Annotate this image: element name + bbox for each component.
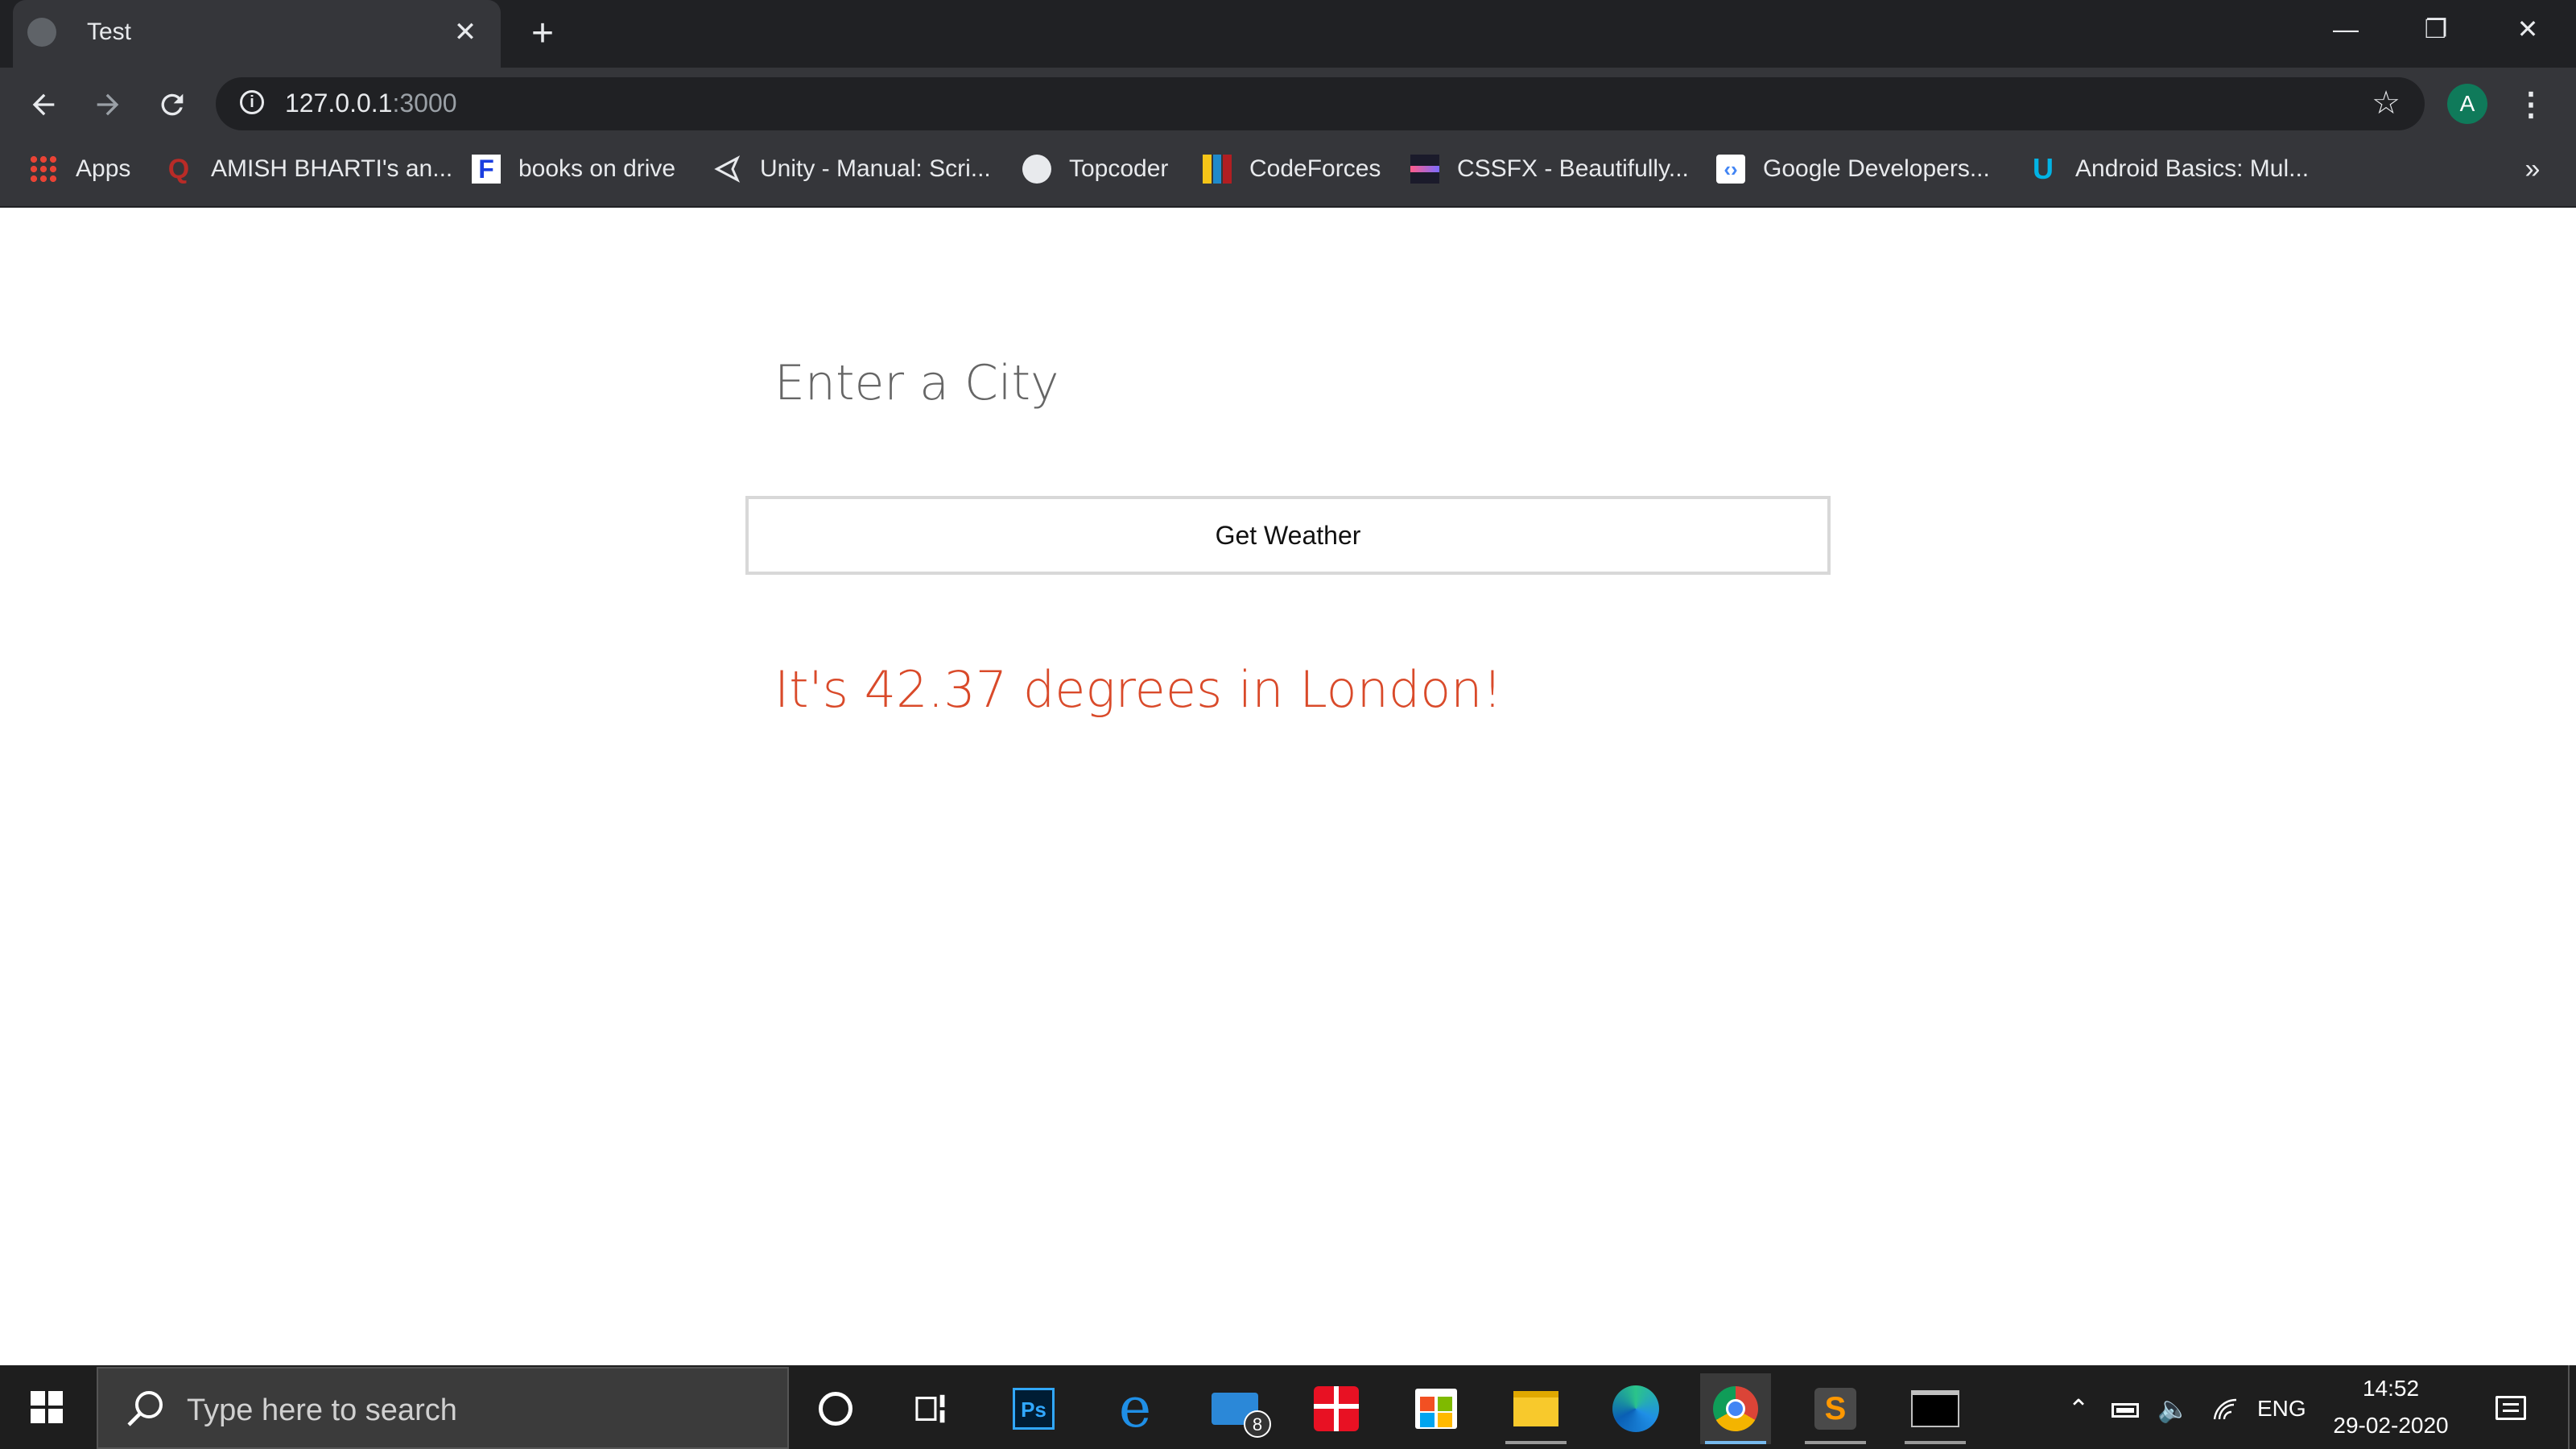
task-view-button[interactable] <box>898 1373 969 1444</box>
store-icon <box>1415 1389 1457 1429</box>
udacity-icon: U <box>2033 152 2054 185</box>
new-tab-button[interactable]: + <box>520 13 565 55</box>
bookmark-google-developers[interactable]: ‹› Google Developers... <box>1716 150 1990 188</box>
clock-time: 14:52 <box>2362 1376 2420 1401</box>
bookmark-label: Topcoder <box>1069 155 1169 182</box>
profile-avatar[interactable]: A <box>2447 84 2487 124</box>
url-port: :3000 <box>392 89 457 118</box>
chrome-icon <box>1713 1386 1758 1431</box>
taskbar-edge-dev[interactable] <box>1600 1373 1671 1444</box>
photoshop-icon: Ps <box>1013 1388 1055 1430</box>
taskbar-store[interactable] <box>1401 1373 1472 1444</box>
taskbar-chrome[interactable] <box>1700 1373 1771 1444</box>
back-button[interactable] <box>19 80 68 129</box>
minimize-button[interactable]: — <box>2317 8 2375 50</box>
bookmark-topcoder[interactable]: Topcoder <box>1022 150 1168 188</box>
battery-icon[interactable] <box>2107 1389 2143 1428</box>
close-window-button[interactable]: ✕ <box>2499 8 2557 50</box>
edge-dev-icon <box>1612 1385 1659 1432</box>
globe-icon <box>1022 155 1051 184</box>
close-tab-icon[interactable]: ✕ <box>446 13 485 52</box>
cssfx-icon <box>1410 155 1439 184</box>
volume-icon[interactable]: 🔈 <box>2154 1389 2193 1428</box>
taskbar-file-explorer[interactable] <box>1501 1373 1571 1444</box>
f-icon: F <box>472 155 501 184</box>
chrome-menu-icon[interactable]: ⋮ <box>2512 84 2550 126</box>
bookmark-label: Unity - Manual: Scri... <box>760 155 991 182</box>
city-input[interactable] <box>758 341 1805 425</box>
url-host: 127.0.0.1 <box>285 89 393 118</box>
cortana-button[interactable] <box>800 1373 871 1444</box>
bookmark-books-on-drive[interactable]: F books on drive <box>472 150 675 188</box>
show-hidden-icons-chevron-icon[interactable]: ⌃ <box>2061 1389 2096 1428</box>
mail-icon: 8 <box>1212 1393 1271 1438</box>
folder-icon <box>1513 1391 1558 1426</box>
bookmark-codeforces[interactable]: CodeForces <box>1203 150 1381 188</box>
restore-button[interactable]: ❐ <box>2407 8 2465 50</box>
taskbar-gift-app[interactable] <box>1301 1373 1372 1444</box>
apps-grid-icon <box>29 155 58 184</box>
clock[interactable]: 14:52 29-02-2020 <box>2302 1370 2479 1444</box>
edge-legacy-icon: e <box>1118 1377 1152 1440</box>
language-indicator[interactable]: ENG <box>2257 1393 2306 1425</box>
reload-icon <box>161 93 184 116</box>
mail-badge: 8 <box>1244 1410 1271 1438</box>
taskbar-edge[interactable]: e <box>1100 1373 1170 1444</box>
bookmark-cssfx[interactable]: CSSFX - Beautifully... <box>1410 150 1689 188</box>
google-developers-icon: ‹› <box>1716 155 1745 184</box>
wifi-icon[interactable] <box>2209 1389 2244 1432</box>
bookmark-android-basics[interactable]: U Android Basics: Mul... <box>2029 150 2309 188</box>
sublime-text-icon: S <box>1814 1388 1856 1430</box>
windows-logo-icon <box>31 1391 63 1423</box>
weather-result: It's 42.37 degrees in London! <box>774 660 1503 719</box>
gift-icon <box>1314 1386 1359 1431</box>
bookmark-label: Apps <box>76 155 131 182</box>
taskbar-mail[interactable]: 8 <box>1199 1373 1271 1444</box>
taskbar-terminal[interactable] <box>1900 1373 1971 1444</box>
taskbar-sublime[interactable]: S <box>1800 1373 1871 1444</box>
back-arrow-icon <box>32 93 55 116</box>
forward-button[interactable] <box>84 80 132 129</box>
bookmark-label: Android Basics: Mul... <box>2075 155 2310 182</box>
taskbar-photoshop[interactable]: Ps <box>998 1373 1069 1444</box>
forward-arrow-icon <box>97 93 119 116</box>
tab-title: Test <box>87 19 132 45</box>
url-text[interactable]: 127.0.0.1:3000 <box>285 87 457 119</box>
bookmark-label: CodeForces <box>1249 155 1381 182</box>
globe-icon <box>27 18 56 47</box>
bookmark-label: Google Developers... <box>1763 155 1990 182</box>
show-desktop-button[interactable] <box>2568 1365 2576 1449</box>
reload-button[interactable] <box>148 80 196 129</box>
tab-active[interactable] <box>13 0 501 68</box>
unity-icon <box>713 155 742 184</box>
notification-center-icon[interactable] <box>2491 1389 2531 1430</box>
bookmarks-overflow-button[interactable]: » <box>2513 150 2552 188</box>
search-icon <box>121 1385 169 1433</box>
bookmark-apps[interactable]: Apps <box>29 150 130 188</box>
get-weather-button[interactable]: Get Weather <box>745 496 1831 575</box>
bookmark-unity[interactable]: Unity - Manual: Scri... <box>713 150 991 188</box>
start-button[interactable] <box>0 1365 95 1449</box>
quora-icon: Q <box>167 154 190 184</box>
bookmark-label: AMISH BHARTI's an... <box>211 155 453 182</box>
task-view-icon <box>915 1394 945 1423</box>
terminal-icon <box>1911 1390 1959 1427</box>
bookmark-star-icon[interactable]: ☆ <box>2367 84 2405 122</box>
address-bar[interactable] <box>216 77 2425 130</box>
search-placeholder: Type here to search <box>187 1393 457 1427</box>
site-info-icon[interactable]: i <box>240 90 264 114</box>
bookmark-label: books on drive <box>518 155 676 182</box>
bookmark-quora[interactable]: Q AMISH BHARTI's an... <box>164 150 452 188</box>
cortana-icon <box>819 1392 852 1426</box>
bookmark-label: CSSFX - Beautifully... <box>1457 155 1689 182</box>
clock-date: 29-02-2020 <box>2333 1413 2449 1438</box>
codeforces-icon <box>1203 155 1232 184</box>
